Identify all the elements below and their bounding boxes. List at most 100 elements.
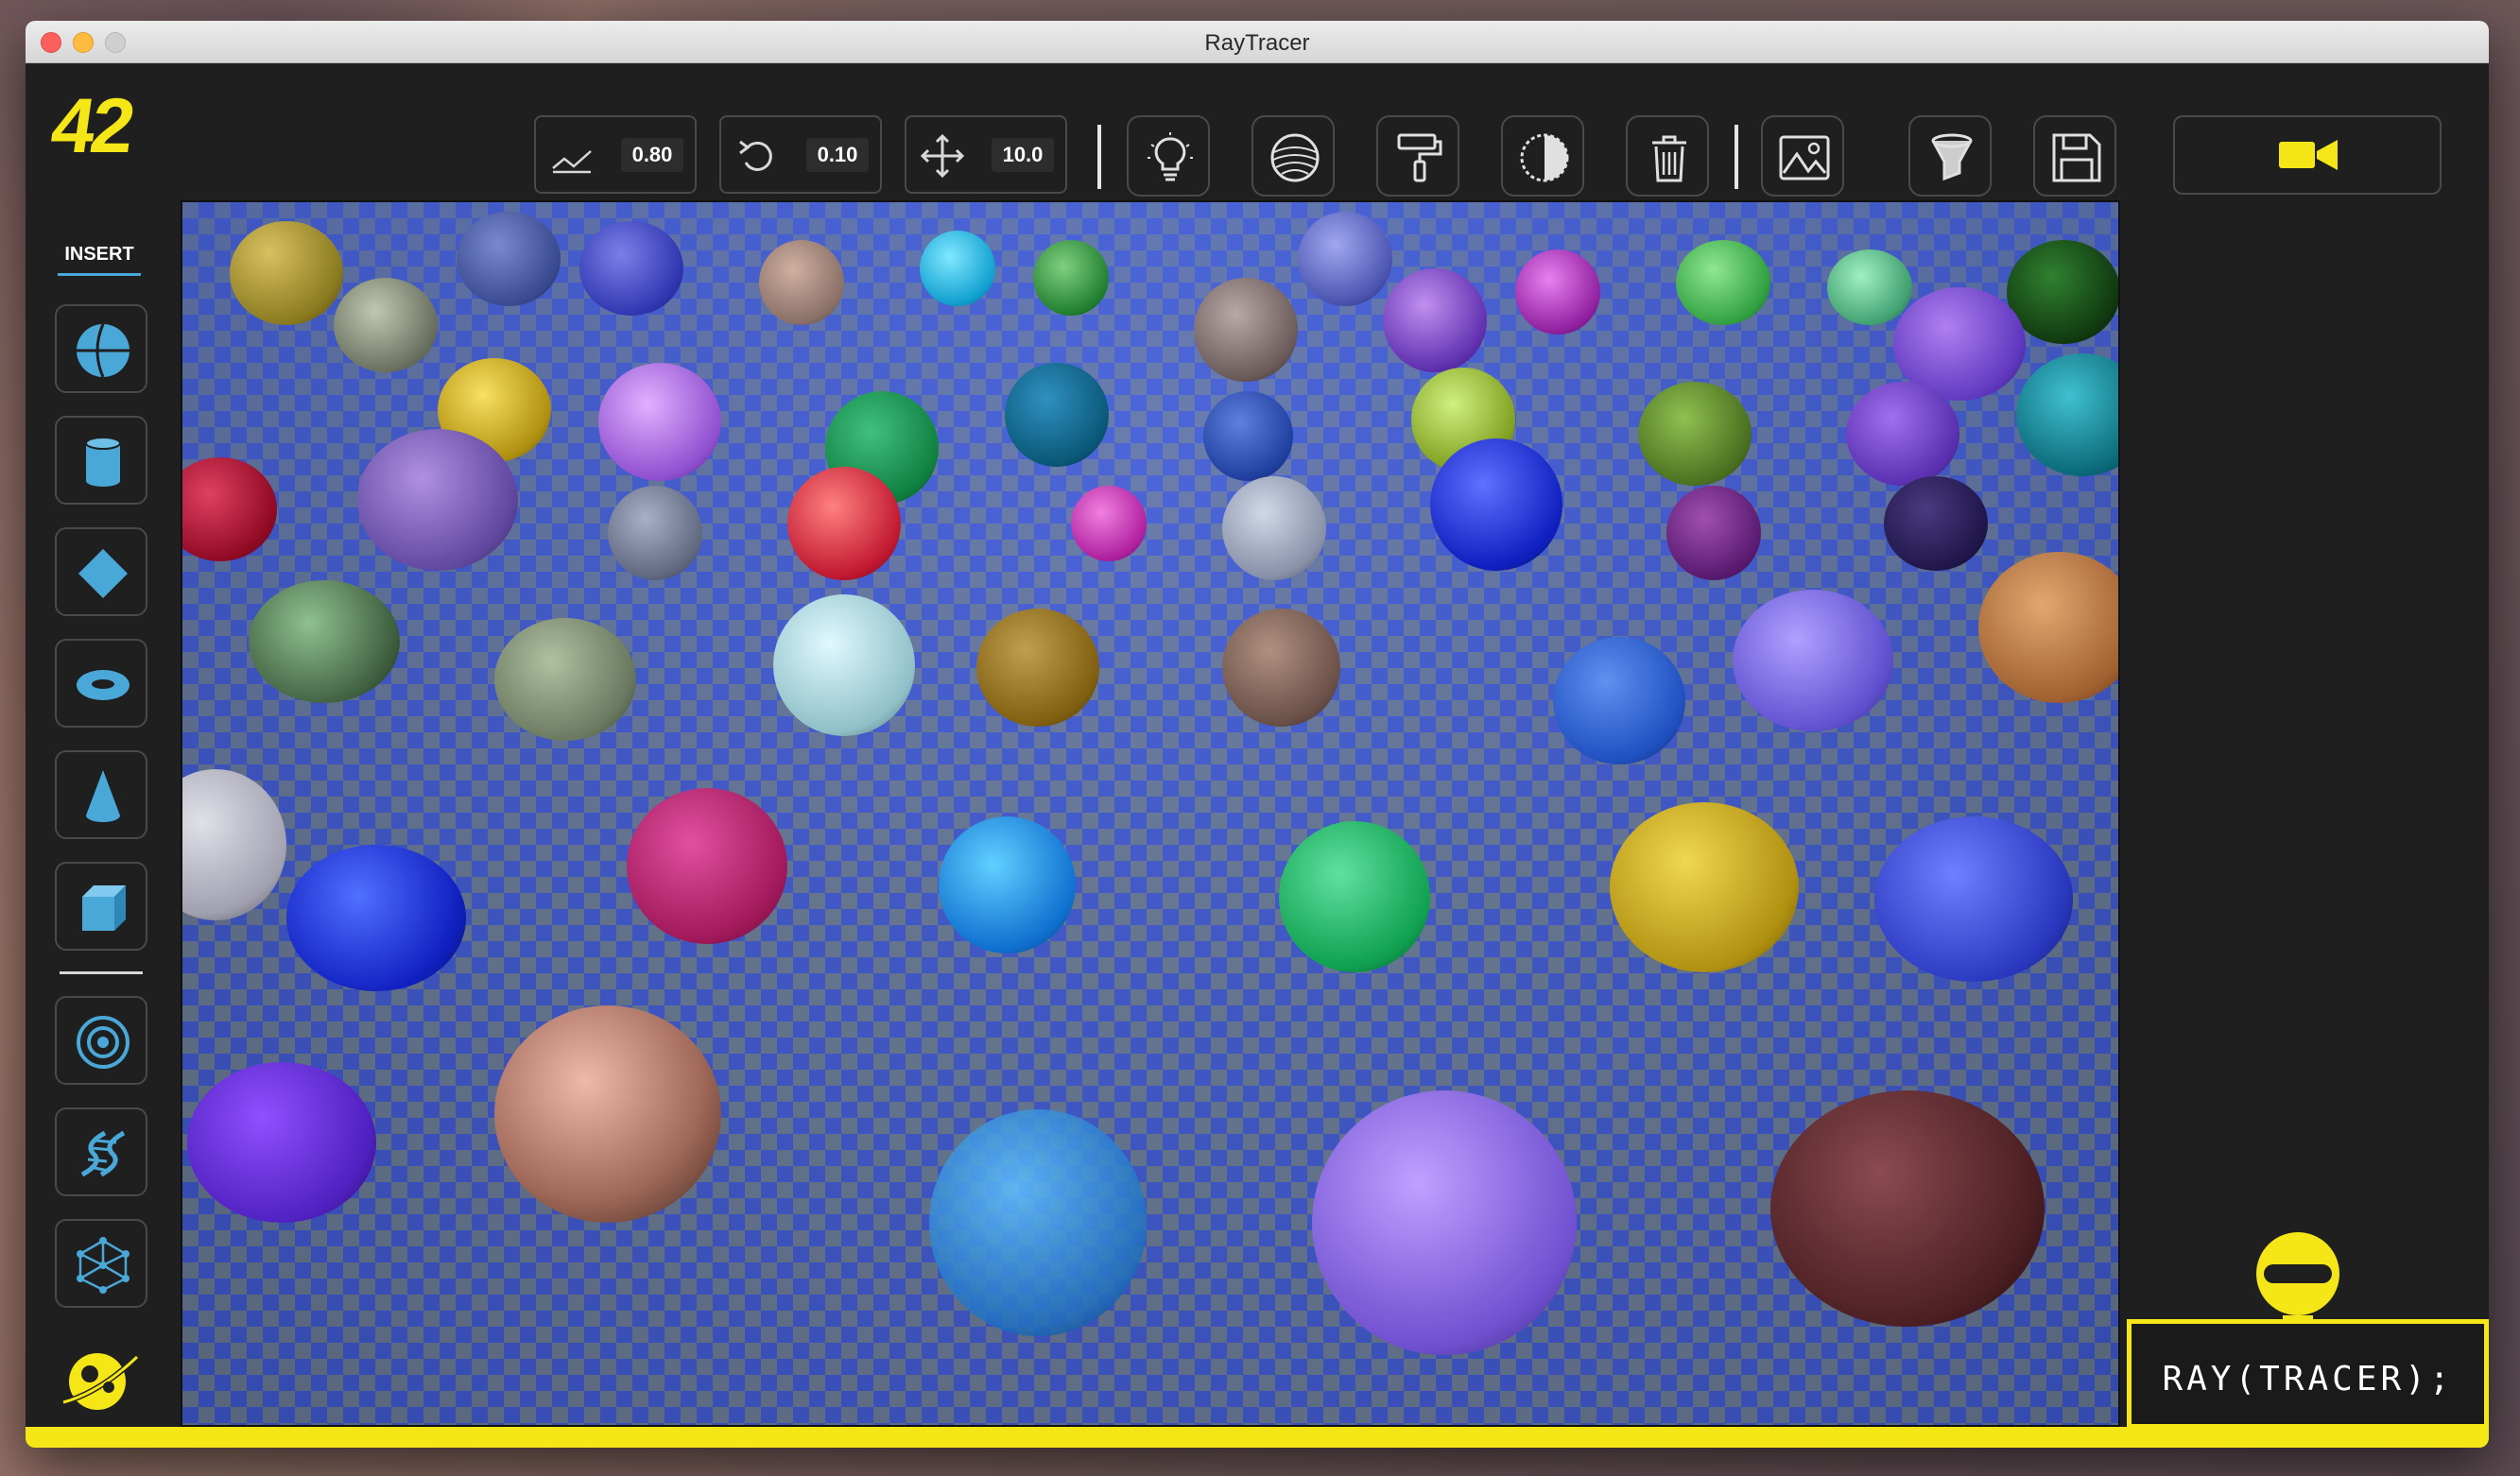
title-bar: RayTracer (26, 21, 2489, 63)
toolbar-separator (1735, 125, 1738, 189)
rendered-sphere (1733, 590, 1893, 731)
sphere-icon (77, 323, 129, 378)
save-icon (2052, 133, 2101, 182)
delete-button[interactable] (1626, 115, 1709, 197)
rendered-sphere (1071, 486, 1147, 561)
rendered-sphere (334, 278, 438, 372)
toolbar: 42 0.80 0.10 10.0 (26, 63, 2489, 200)
orbit-icon (77, 1016, 129, 1069)
plane-diamond-icon (78, 549, 128, 598)
status-label: RAY(TRACER); (2162, 1360, 2454, 1399)
rendered-sphere (1222, 476, 1326, 580)
reflect-control[interactable]: 0.80 (534, 115, 697, 194)
rendered-sphere (286, 845, 466, 991)
rendered-sphere (182, 769, 286, 920)
rendered-sphere (920, 231, 995, 306)
rendered-sphere (598, 363, 721, 481)
contrast-icon (1520, 133, 1569, 182)
rendered-sphere (457, 212, 561, 306)
rendered-sphere (357, 429, 518, 571)
rendered-sphere (1978, 552, 2118, 703)
rendered-sphere (939, 816, 1076, 953)
insert-cone-button[interactable] (55, 750, 147, 839)
filter-button[interactable] (1908, 115, 1992, 197)
rendered-sphere (1515, 249, 1600, 335)
move-value[interactable]: 10.0 (992, 138, 1054, 172)
reflect-icon (552, 150, 592, 174)
rendered-sphere (1610, 802, 1799, 972)
rendered-sphere (1279, 821, 1430, 972)
trash-icon (1652, 135, 1686, 182)
rendered-sphere (1884, 476, 1988, 571)
rotate-value[interactable]: 0.10 (806, 138, 869, 172)
rotate-icon (739, 140, 772, 171)
rendered-sphere (608, 486, 702, 580)
sidebar-separator (60, 971, 143, 974)
app-window: RayTracer 42 0.80 0.10 10.0 INSERT RAY(T… (26, 21, 2489, 1448)
rendered-sphere (1312, 1090, 1577, 1355)
rendered-sphere (1194, 278, 1298, 382)
camera-button[interactable] (2173, 115, 2442, 195)
rendered-sphere (494, 618, 636, 741)
cube-icon (82, 885, 126, 931)
rendered-sphere (1222, 609, 1340, 727)
status-panel: RAY(TRACER); (2127, 1319, 2489, 1429)
planet-logo-icon (62, 1353, 140, 1410)
insert-helix-button[interactable] (55, 1107, 147, 1196)
contrast-button[interactable] (1501, 115, 1584, 197)
rendered-sphere (1676, 240, 1770, 325)
paint-button[interactable] (1376, 115, 1459, 197)
rendered-sphere (1827, 249, 1912, 325)
rotate-control[interactable]: 0.10 (719, 115, 882, 194)
right-panel (2120, 200, 2489, 1429)
helix-icon (80, 1130, 126, 1177)
rendered-sphere (1666, 486, 1761, 580)
rendered-sphere (929, 1109, 1147, 1336)
texture-button[interactable] (1251, 115, 1335, 197)
rendered-sphere (579, 221, 683, 316)
insert-mesh-button[interactable] (55, 1219, 147, 1308)
rendered-sphere (249, 580, 400, 703)
move-control[interactable]: 10.0 (905, 115, 1067, 194)
rendered-sphere (2007, 240, 2118, 344)
window-title: RayTracer (1204, 30, 1310, 56)
bottom-accent-bar (26, 1427, 2489, 1448)
rendered-sphere (1383, 268, 1487, 372)
paint-roller-icon (1397, 133, 1442, 182)
rendered-sphere (1430, 438, 1562, 571)
app-logo: 42 (45, 83, 137, 169)
toolbar-separator (1097, 125, 1101, 189)
insert-plane-button[interactable] (55, 527, 147, 616)
rendered-sphere (773, 594, 915, 736)
robot-mascot-icon (2256, 1232, 2339, 1329)
rendered-sphere (1005, 363, 1109, 467)
rendered-sphere (230, 221, 343, 325)
rendered-sphere (976, 609, 1099, 727)
mesh-icon (77, 1237, 129, 1294)
rendered-sphere (2016, 353, 2118, 476)
rendered-sphere (627, 788, 787, 944)
save-button[interactable] (2033, 115, 2116, 197)
video-camera-icon (2279, 140, 2338, 170)
insert-orbit-button[interactable] (55, 996, 147, 1085)
torus-icon (77, 670, 129, 700)
insert-cylinder-button[interactable] (55, 416, 147, 505)
light-button[interactable] (1127, 115, 1210, 197)
rendered-sphere (787, 467, 901, 580)
reflect-value[interactable]: 0.80 (621, 138, 683, 172)
light-bulb-icon (1148, 132, 1193, 181)
render-viewport[interactable] (181, 200, 2120, 1427)
insert-cube-button[interactable] (55, 862, 147, 951)
rendered-sphere (1033, 240, 1109, 316)
rendered-sphere (1298, 212, 1392, 306)
rendered-sphere (1553, 637, 1685, 764)
rendered-sphere (1874, 816, 2073, 982)
funnel-filter-icon (1931, 133, 1973, 181)
render-image-button[interactable] (1761, 115, 1844, 197)
cylinder-icon (85, 437, 121, 487)
insert-sphere-button[interactable] (55, 304, 147, 393)
cone-icon (86, 770, 120, 822)
rendered-sphere (182, 457, 277, 561)
rendered-sphere (187, 1062, 376, 1223)
insert-torus-button[interactable] (55, 639, 147, 728)
